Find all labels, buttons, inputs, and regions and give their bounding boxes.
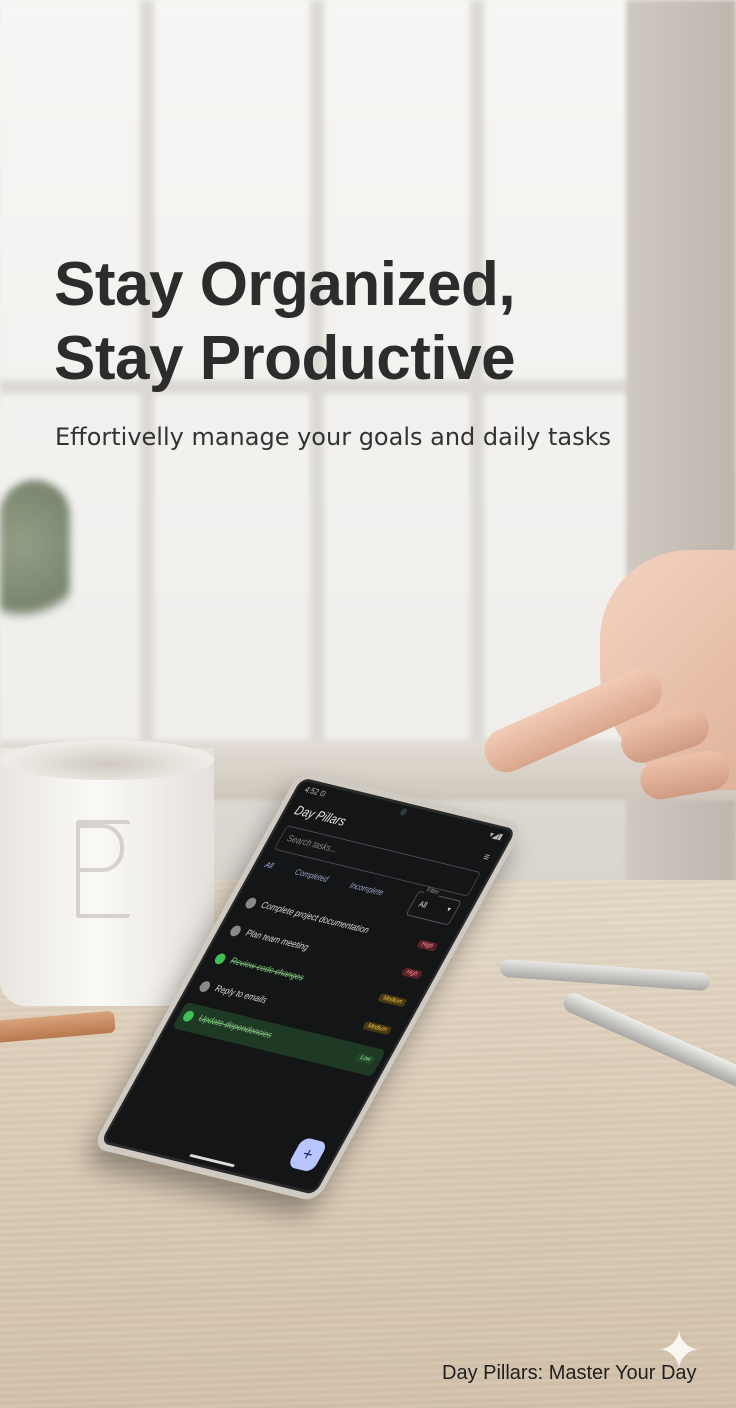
plant [0,480,70,640]
priority-badge: Low [354,1052,376,1065]
caption: Day Pillars: Master Your Day [442,1362,697,1384]
priority-badge: Medium [362,1020,393,1036]
subheadline: Effortivelly manage your goals and daily… [55,423,612,451]
tab-all[interactable]: All [263,860,275,871]
filter-select[interactable]: Filter All ▾ [405,886,462,926]
headline-line-1: Stay Organized, [54,250,516,319]
pointing-hand [470,540,736,810]
mug-rim [0,740,214,780]
checkbox-icon[interactable] [243,896,259,910]
tab-completed[interactable]: Completed [293,867,330,884]
gesture-bar [189,1153,235,1168]
checkbox-icon[interactable] [197,980,213,993]
chevron-down-icon: ▾ [445,905,453,914]
status-time: 4:52 ⊙ [303,784,329,799]
tab-incomplete[interactable]: Incomplete [348,881,385,898]
task-title: Plan team meeting [243,928,311,953]
task-title: Update dependencies [196,1013,274,1041]
priority-badge: High [415,939,439,952]
checkbox-icon[interactable] [212,952,228,966]
mug-logo [76,820,130,918]
signal-battery-icon: ▾◢▮ [487,829,505,842]
add-task-button[interactable]: + [286,1136,329,1173]
headline: Stay Organized, Stay Productive [54,248,674,396]
background-scene [0,0,736,1408]
headline-line-2: Stay Productive [54,324,516,393]
checkbox-icon[interactable] [228,924,243,938]
check-circle-icon[interactable] [181,1009,196,1023]
filter-list-icon[interactable]: ≡ [481,850,493,863]
task-title: Reply to emails [212,983,269,1006]
priority-badge: High [400,967,423,980]
priority-badge: Medium [377,993,408,1008]
filter-value: All [416,899,430,910]
